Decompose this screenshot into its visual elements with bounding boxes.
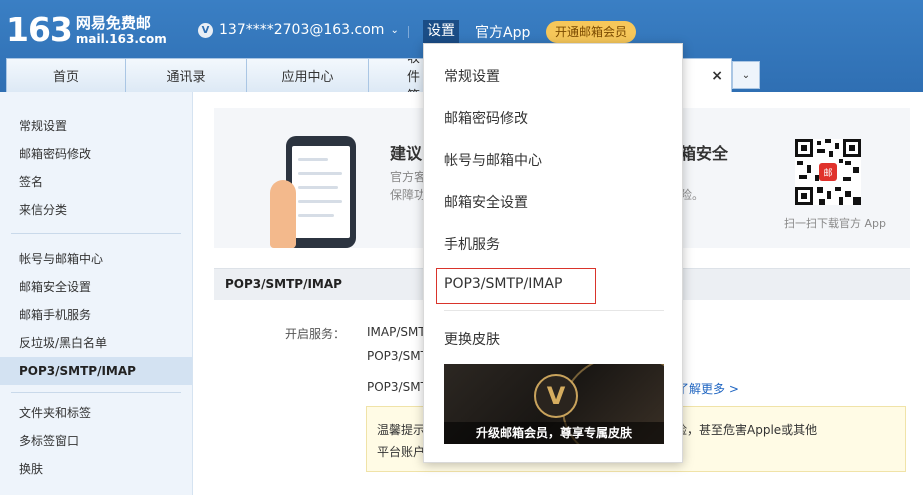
banner-subtitle: 险。 — [680, 188, 705, 202]
tab-home[interactable]: 首页 — [6, 58, 126, 92]
menu-item-skin[interactable]: 更换皮肤 — [444, 329, 500, 349]
tip-text: 险，甚至危害Apple或其他 — [675, 423, 818, 437]
phone-screen — [292, 146, 350, 238]
learn-more-link[interactable]: 了解更多 > — [677, 380, 739, 397]
tab-more-button[interactable]: ⌄ — [732, 61, 760, 89]
vip-level-icon: V — [198, 22, 213, 38]
logo-number: 163 — [6, 10, 73, 49]
menu-item-general[interactable]: 常规设置 — [444, 66, 500, 86]
logo-text: 网易免费邮 mail.163.com — [76, 14, 167, 46]
sidebar-item-password[interactable]: 邮箱密码修改 — [0, 140, 192, 168]
menu-divider — [444, 310, 664, 311]
open-vip-button[interactable]: 开通邮箱会员 — [546, 21, 637, 43]
service-pop3-status: POP3/SMT — [367, 349, 428, 363]
tab-app-center[interactable]: 应用中心 — [246, 58, 369, 92]
logo-en: mail.163.com — [75, 32, 167, 46]
qr-code-icon: 邮 — [795, 139, 861, 205]
phone-line — [298, 158, 328, 161]
sidebar-item-security[interactable]: 邮箱安全设置 — [0, 273, 192, 301]
account-menu[interactable]: V 137****2703@163.com ⌄ — [198, 22, 399, 38]
tip-text: 温馨提示 — [377, 423, 426, 437]
sidebar-item-folders[interactable]: 文件夹和标签 — [0, 399, 192, 427]
tip-text: 平台账户 — [377, 445, 426, 459]
settings-dropdown: 常规设置 邮箱密码修改 帐号与邮箱中心 邮箱安全设置 手机服务 POP3/SMT… — [423, 43, 683, 463]
menu-item-password[interactable]: 邮箱密码修改 — [444, 108, 528, 128]
sidebar-item-skin[interactable]: 换肤 — [0, 455, 192, 483]
menu-item-security[interactable]: 邮箱安全设置 — [444, 192, 528, 212]
logo[interactable]: 163 网易免费邮 mail.163.com — [6, 12, 167, 48]
sidebar-item-account-center[interactable]: 帐号与邮箱中心 — [0, 245, 192, 273]
banner-title-left: 建议 — [390, 144, 423, 163]
tab-settings-active[interactable]: × — [676, 58, 732, 92]
banner-subtitle: 官方客 — [390, 170, 427, 184]
settings-sidebar: 常规设置 邮箱密码修改 签名 来信分类 帐号与邮箱中心 邮箱安全设置 邮箱手机服… — [0, 92, 193, 495]
header-divider — [408, 26, 409, 38]
skin-promo-caption: 升级邮箱会员，尊享专属皮肤 — [444, 422, 664, 444]
sidebar-group-display: 文件夹和标签 多标签窗口 换肤 — [0, 393, 192, 483]
service-label: 开启服务： — [285, 327, 346, 341]
sidebar-group-account: 帐号与邮箱中心 邮箱安全设置 邮箱手机服务 反垃圾/黑白名单 POP3/SMTP… — [0, 234, 192, 385]
account-email: 137****2703@163.com — [219, 22, 385, 38]
app-logo-icon: 邮 — [819, 163, 837, 181]
sidebar-item-signature[interactable]: 签名 — [0, 168, 192, 196]
qr-caption: 扫一扫下载官方 App — [784, 217, 886, 230]
phone-illustration — [286, 136, 356, 248]
menu-item-mobile[interactable]: 手机服务 — [444, 234, 500, 254]
menu-item-pop3[interactable]: POP3/SMTP/IMAP — [444, 276, 562, 292]
sidebar-item-mobile[interactable]: 邮箱手机服务 — [0, 301, 192, 329]
tab-contacts[interactable]: 通讯录 — [125, 58, 247, 92]
sidebar-item-filters[interactable]: 来信分类 — [0, 196, 192, 224]
tab-inbox[interactable]: 收件箱 — [368, 58, 428, 92]
close-icon[interactable]: × — [711, 68, 723, 84]
sidebar-item-antispam[interactable]: 反垃圾/黑白名单 — [0, 329, 192, 357]
chevron-down-icon: ⌄ — [390, 24, 399, 36]
hand-illustration — [270, 180, 296, 248]
sidebar-item-multitab[interactable]: 多标签窗口 — [0, 427, 192, 455]
vip-skin-promo[interactable]: V 升级邮箱会员，尊享专属皮肤 — [444, 364, 664, 444]
sidebar-item-general[interactable]: 常规设置 — [0, 112, 192, 140]
logo-cn: 网易免费邮 — [75, 14, 151, 32]
vip-badge-icon: V — [534, 374, 578, 418]
tab-bar: 首页 通讯录 应用中心 收件箱 — [6, 58, 428, 92]
sidebar-item-pop3[interactable]: POP3/SMTP/IMAP — [0, 357, 192, 385]
phone-line — [298, 214, 334, 217]
menu-item-account-center[interactable]: 帐号与邮箱中心 — [444, 150, 542, 170]
service-pop3-note: POP3/SMT — [367, 380, 428, 394]
phone-line — [298, 200, 342, 203]
phone-line — [298, 172, 342, 175]
phone-line — [298, 186, 338, 189]
service-imap-status: IMAP/SMT — [367, 325, 426, 339]
official-app-link[interactable]: 官方App — [475, 22, 530, 42]
sidebar-group-basic: 常规设置 邮箱密码修改 签名 来信分类 — [0, 92, 192, 224]
banner-title-right: 箱安全 — [680, 144, 729, 163]
banner-subtitle: 保障功 — [390, 188, 427, 202]
settings-link[interactable]: 设置 — [423, 20, 459, 43]
